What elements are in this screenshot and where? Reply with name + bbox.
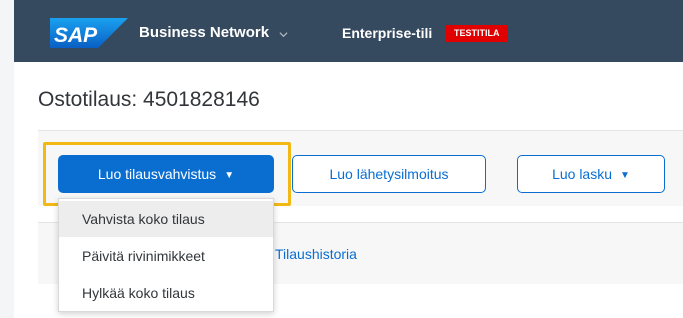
left-edge-strip [0, 0, 14, 318]
menu-item-update-line-items[interactable]: Päivitä rivinimikkeet [59, 238, 273, 274]
create-order-confirmation-button[interactable]: Luo tilausvahvistus ▼ [58, 155, 274, 193]
chevron-down-icon[interactable] [279, 30, 288, 39]
sap-logo-text: SAP [54, 24, 98, 47]
confirmation-dropdown-menu: Vahvista koko tilaus Päivitä rivinimikke… [58, 198, 274, 312]
account-label[interactable]: Enterprise-tili [342, 18, 432, 48]
create-invoice-button[interactable]: Luo lasku ▼ [517, 155, 665, 193]
create-ship-notice-label: Luo lähetysilmoitus [329, 166, 449, 182]
create-invoice-label: Luo lasku [552, 166, 613, 182]
menu-item-confirm-entire-order[interactable]: Vahvista koko tilaus [59, 201, 273, 237]
environment-badge: TESTITILA [446, 25, 508, 42]
shell-bar: SAP Business Network Enterprise-tili TES… [14, 0, 683, 62]
create-order-confirmation-label: Luo tilausvahvistus [97, 166, 217, 182]
sap-logo[interactable]: SAP [50, 18, 128, 48]
tab-order-history[interactable]: Tilaushistoria [275, 244, 357, 264]
page-title: Ostotilaus: 4501828146 [38, 88, 260, 111]
menu-item-reject-entire-order[interactable]: Hylkää koko tilaus [59, 275, 273, 311]
caret-down-icon: ▼ [620, 170, 630, 181]
create-ship-notice-button[interactable]: Luo lähetysilmoitus [292, 155, 486, 193]
brand-name[interactable]: Business Network [139, 18, 269, 48]
caret-down-icon: ▼ [224, 170, 235, 181]
